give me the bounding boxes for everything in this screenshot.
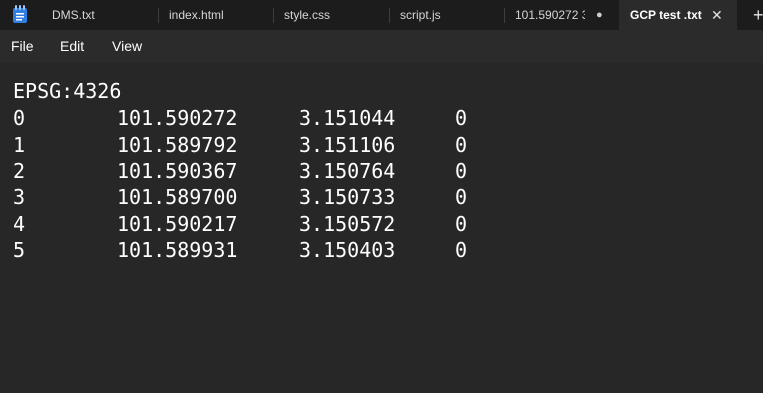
y-coordinate: 3.150733	[299, 185, 396, 209]
tab-separator	[273, 8, 274, 23]
menu-edit[interactable]: Edit	[60, 30, 84, 63]
y-coordinate: 3.150572	[299, 212, 396, 236]
tab-gcp-test-txt[interactable]: GCP test .txt ✕	[619, 0, 737, 30]
menu-bar: File Edit View	[0, 30, 763, 63]
point-id: 1	[13, 133, 26, 157]
tab-index-html[interactable]: index.html	[169, 0, 269, 30]
y-coordinate: 3.151044	[299, 106, 396, 130]
tab-separator	[158, 8, 159, 23]
tab-separator	[504, 8, 505, 23]
data-row: 0 101.590272 3.151044 0	[13, 105, 753, 131]
tab-bar: DMS.txt index.html style.css script.js 1…	[0, 0, 763, 30]
tab-separator	[389, 8, 390, 23]
z-value: 0	[455, 238, 468, 262]
z-value: 0	[455, 212, 468, 236]
x-coordinate: 101.590272	[117, 106, 238, 130]
point-id: 0	[13, 106, 26, 130]
tab-style-css[interactable]: style.css	[284, 0, 379, 30]
tab-dms-txt[interactable]: DMS.txt	[52, 0, 152, 30]
text-editor[interactable]: EPSG:4326 0 101.590272 3.151044 0 1 101.…	[0, 63, 763, 302]
unsaved-dot-icon[interactable]: ●	[596, 0, 603, 30]
z-value: 0	[455, 159, 468, 183]
notepad-icon	[13, 5, 27, 23]
tab-label: style.css	[284, 8, 331, 22]
close-icon[interactable]: ✕	[711, 0, 723, 30]
x-coordinate: 101.590217	[117, 212, 238, 236]
header-line: EPSG:4326	[13, 79, 122, 103]
data-row: 3 101.589700 3.150733 0	[13, 184, 753, 210]
x-coordinate: 101.589700	[117, 185, 238, 209]
menu-view[interactable]: View	[112, 30, 142, 63]
z-value: 0	[455, 133, 468, 157]
x-coordinate: 101.589931	[117, 238, 238, 262]
x-coordinate: 101.590367	[117, 159, 238, 183]
point-id: 2	[13, 159, 26, 183]
tab-coordinates[interactable]: 101.590272 3.151044	[515, 0, 585, 30]
data-row: 4 101.590217 3.150572 0	[13, 211, 753, 237]
y-coordinate: 3.150403	[299, 238, 396, 262]
y-coordinate: 3.151106	[299, 133, 396, 157]
tab-label: 101.590272 3.151044	[515, 8, 585, 22]
tab-label: script.js	[400, 8, 441, 22]
point-id: 5	[13, 238, 26, 262]
menu-file[interactable]: File	[11, 30, 34, 63]
y-coordinate: 3.150764	[299, 159, 396, 183]
x-coordinate: 101.589792	[117, 133, 238, 157]
z-value: 0	[455, 106, 468, 130]
tab-label: GCP test .txt	[630, 8, 702, 22]
tab-script-js[interactable]: script.js	[400, 0, 495, 30]
tab-label: DMS.txt	[52, 8, 95, 22]
point-id: 4	[13, 212, 26, 236]
tab-label: index.html	[169, 8, 224, 22]
data-row: 2 101.590367 3.150764 0	[13, 158, 753, 184]
point-id: 3	[13, 185, 26, 209]
data-row: 5 101.589931 3.150403 0	[13, 237, 753, 263]
z-value: 0	[455, 185, 468, 209]
data-row: 1 101.589792 3.151106 0	[13, 132, 753, 158]
new-tab-button[interactable]: +	[753, 0, 763, 30]
